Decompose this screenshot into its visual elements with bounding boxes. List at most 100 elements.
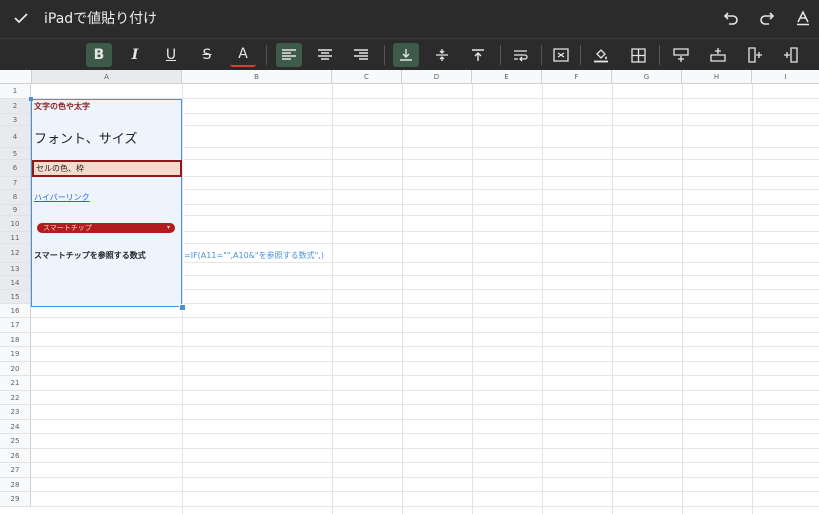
grid-line [31, 477, 819, 478]
row-header[interactable]: 27 [0, 463, 31, 478]
grid-line [31, 448, 819, 449]
row-header[interactable]: 20 [0, 362, 31, 376]
grid-line [682, 84, 683, 514]
undo-icon[interactable] [718, 6, 744, 30]
toolbar-divider [266, 45, 267, 65]
grid-line [31, 375, 819, 376]
column-header-g[interactable]: G [612, 70, 682, 84]
row-header[interactable]: 10 [0, 216, 31, 232]
row-header[interactable]: 19 [0, 347, 31, 362]
row-header[interactable]: 18 [0, 333, 31, 347]
toolbar-divider [541, 45, 542, 65]
row-header[interactable]: 5 [0, 148, 31, 160]
grid-line [31, 404, 819, 405]
row-header[interactable]: 15 [0, 290, 31, 304]
grid-line [182, 84, 183, 514]
row-header[interactable]: 25 [0, 434, 31, 449]
row-header[interactable]: 17 [0, 318, 31, 333]
insert-column-left-icon[interactable] [742, 43, 768, 67]
cell-a12[interactable]: スマートチップを参照する数式 [32, 248, 182, 263]
toolbar-divider [500, 45, 501, 65]
grid-line [31, 433, 819, 434]
text-format-icon[interactable] [790, 6, 816, 30]
grid-line [31, 491, 819, 492]
selection-handle[interactable] [179, 304, 186, 311]
row-header[interactable]: 9 [0, 205, 31, 216]
grid-line [31, 346, 819, 347]
row-header[interactable]: 21 [0, 376, 31, 391]
row-header[interactable]: 24 [0, 420, 31, 434]
align-center-icon[interactable] [312, 43, 338, 67]
grid-line [752, 84, 753, 514]
spreadsheet-grid[interactable]: A B C D E F G H I 1 2 3 4 5 6 7 8 9 10 11 12 13 14 15 1… [0, 70, 819, 514]
valign-bottom-icon[interactable] [393, 43, 419, 67]
row-header[interactable]: 1 [0, 84, 31, 99]
column-header-h[interactable]: H [682, 70, 752, 84]
underline-button[interactable]: U [158, 43, 184, 67]
document-title: iPadで値貼り付け [44, 11, 158, 27]
grid-line [542, 84, 543, 514]
insert-column-right-icon[interactable] [778, 43, 804, 67]
insert-row-above-icon[interactable] [668, 43, 694, 67]
redo-icon[interactable] [754, 6, 780, 30]
row-header[interactable]: 16 [0, 304, 31, 318]
grid-line [31, 390, 819, 391]
row-header[interactable]: 14 [0, 276, 31, 290]
grid-line [31, 317, 819, 318]
valign-middle-icon[interactable] [429, 43, 455, 67]
merge-cells-icon[interactable] [548, 43, 574, 67]
cell-a8[interactable]: ハイパーリンク [32, 190, 182, 205]
bold-button[interactable]: B [86, 43, 112, 67]
row-header[interactable]: 2 [0, 99, 31, 114]
smart-chip-label: スマートチップ [43, 224, 92, 232]
cell-a6[interactable]: セルの色、枠 [32, 160, 182, 177]
column-header-b[interactable]: B [182, 70, 332, 84]
fill-color-icon[interactable] [588, 43, 614, 67]
row-header[interactable]: 12 [0, 244, 31, 263]
checkmark-icon[interactable] [8, 6, 34, 30]
corner-cell[interactable] [0, 70, 32, 84]
column-header-f[interactable]: F [542, 70, 612, 84]
text-color-button[interactable]: A [230, 43, 256, 67]
grid-line [31, 506, 819, 507]
cell-a2[interactable]: 文字の色や太字 [32, 99, 182, 114]
cell-a4[interactable]: フォント、サイズ [32, 126, 182, 148]
row-header[interactable]: 28 [0, 478, 31, 492]
row-header[interactable]: 22 [0, 391, 31, 405]
row-header[interactable]: 3 [0, 114, 31, 126]
grid-line [31, 419, 819, 420]
row-header[interactable]: 8 [0, 190, 31, 205]
format-toolbar: B I U S A [0, 38, 819, 70]
strikethrough-button[interactable]: S [194, 43, 220, 67]
chevron-down-icon[interactable]: ▾ [167, 223, 170, 233]
insert-row-below-icon[interactable] [705, 43, 731, 67]
valign-top-icon[interactable] [465, 43, 491, 67]
toolbar-divider [384, 45, 385, 65]
row-header[interactable]: 4 [0, 126, 31, 148]
grid-line [31, 361, 819, 362]
grid-line [472, 84, 473, 514]
row-header[interactable]: 29 [0, 492, 31, 507]
borders-icon[interactable] [625, 43, 651, 67]
column-header-i[interactable]: I [752, 70, 819, 84]
column-header-e[interactable]: E [472, 70, 542, 84]
row-header[interactable]: 6 [0, 160, 31, 177]
grid-line [402, 84, 403, 514]
wrap-text-icon[interactable] [508, 43, 534, 67]
align-left-icon[interactable] [276, 43, 302, 67]
smart-chip[interactable]: スマートチップ ▾ [37, 223, 175, 233]
toolbar-divider [580, 45, 581, 65]
italic-button[interactable]: I [122, 43, 148, 67]
row-header[interactable]: 23 [0, 405, 31, 420]
cell-b12[interactable]: =IF(A11="",A10&"を参照する数式",) [182, 248, 332, 263]
row-header[interactable]: 11 [0, 232, 31, 244]
row-header[interactable]: 26 [0, 449, 31, 463]
column-header-c[interactable]: C [332, 70, 402, 84]
row-header[interactable]: 13 [0, 263, 31, 276]
row-header[interactable]: 7 [0, 177, 31, 190]
grid-line [612, 84, 613, 514]
column-header-d[interactable]: D [402, 70, 472, 84]
align-right-icon[interactable] [348, 43, 374, 67]
toolbar-divider [659, 45, 660, 65]
column-header-a[interactable]: A [32, 70, 182, 84]
